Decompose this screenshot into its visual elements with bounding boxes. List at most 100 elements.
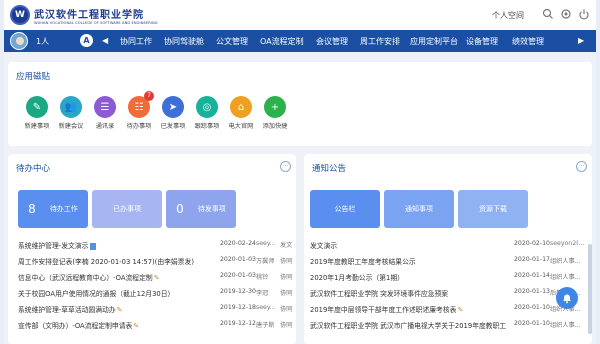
college-logo[interactable]: W 武汉软件工程职业学院 WUHAN VOCATIONAL COLLEGE OF…: [10, 4, 158, 26]
attachment-icon: ✎: [153, 274, 160, 282]
attachment-icon: ✎: [116, 306, 123, 314]
todo-row[interactable]: 周工作安排登记表(李楠 2020-01-03 14:57)(由李娟票发) 2020…: [18, 254, 294, 268]
row-date: 2020-02-24: [220, 240, 256, 247]
row-publisher: 组织人事...: [550, 258, 581, 265]
row-title[interactable]: 武汉软件工程职业学院 武汉市广播电视大学关于2019年度教职工: [310, 320, 506, 330]
row-sender: 万冀师: [256, 258, 275, 265]
tab-pending-work[interactable]: 8 待办工作: [18, 190, 88, 228]
avatar[interactable]: [10, 32, 28, 50]
row-date: 2020-01-03: [220, 256, 256, 263]
row-date: 2020-01-17: [514, 256, 550, 263]
notification-bell-icon[interactable]: [556, 287, 578, 309]
todo-icon: ☷ 7: [128, 91, 154, 118]
nav-item-meeting-mgmt[interactable]: 会议管理: [316, 36, 348, 47]
tab-done-items[interactable]: 已办事项: [92, 190, 162, 228]
tile-label: 添加快捷: [262, 123, 288, 130]
notice-row[interactable]: 2019年度中层领导干部年度工作述职述廉考核表✎ 2020-01-10 组织人事..…: [310, 302, 584, 316]
track-icon: ◎: [196, 96, 218, 118]
row-date: 2020-01-14: [514, 272, 550, 279]
scrollbar[interactable]: [588, 244, 592, 334]
row-title[interactable]: 周工作安排登记表(李楠 2020-01-03 14:57)(由李娟票发): [18, 256, 214, 266]
nav-item-oa-workflow[interactable]: OA流程定制: [260, 36, 304, 47]
meeting-icon: 👥: [60, 96, 82, 118]
contacts-icon: ☰: [94, 96, 116, 118]
notice-row[interactable]: 发文演示 2020-02-10 seeyon2(...: [310, 238, 584, 252]
row-publisher: seeyon2(...: [550, 240, 584, 247]
row-title[interactable]: 2020年1月考勤公示（第1期）: [310, 272, 506, 282]
row-title[interactable]: 发文演示: [310, 240, 506, 250]
row-title[interactable]: 系统维护管理-发文演示: [18, 240, 214, 250]
nav-item-device-mgmt[interactable]: 设备管理: [466, 36, 498, 47]
row-type: 协同: [280, 258, 293, 265]
row-type: 协同: [280, 290, 293, 297]
college-name-en: WUHAN VOCATIONAL COLLEGE OF SOFTWARE AND…: [34, 20, 158, 25]
nav-prev-icon[interactable]: ◀: [102, 36, 108, 45]
row-sender: 桃铃: [256, 274, 269, 281]
row-title[interactable]: 信息中心（武汉远程教育中心）-OA流程定制✎: [18, 272, 214, 282]
user-initial-badge[interactable]: A: [80, 34, 93, 47]
nav-next-icon[interactable]: ▶: [578, 36, 584, 45]
search-icon[interactable]: [542, 8, 554, 20]
power-icon[interactable]: [578, 8, 590, 20]
row-title[interactable]: 2019年度教职工年度考核结果公示: [310, 256, 506, 266]
row-date: 2020-01-10: [514, 320, 550, 327]
row-type: 发文: [280, 242, 293, 249]
website-icon: ⌂: [230, 96, 252, 118]
panel-title: 应用磁贴: [16, 72, 51, 82]
nav-item-app-platform[interactable]: 应用定制平台: [410, 36, 458, 47]
nav-item-performance-mgmt[interactable]: 绩效管理: [512, 36, 544, 47]
notice-row[interactable]: 武汉软件工程职业学院 突发环境事件应急预案2020-01-13后勤保障...: [310, 286, 584, 300]
row-date: 2020-02-10: [514, 240, 550, 247]
more-icon[interactable]: ···: [576, 161, 587, 172]
tab-to-send-items[interactable]: 0 待发事项: [166, 190, 236, 228]
row-sender: 唐子斯: [256, 322, 275, 329]
college-seal-icon: W: [10, 5, 30, 25]
tab-bulletin-board[interactable]: 公告栏: [310, 190, 380, 228]
main-nav: 1人 A ◀ 协同工作 协同驾驶舱 公文管理 OA流程定制 会议管理 周工作安排…: [4, 30, 596, 52]
row-date: 2020-01-13: [514, 288, 550, 295]
row-sender: 李冠: [256, 290, 269, 297]
todo-row[interactable]: 系统维护管理-草草活动圆满动办✎ 2019-12-18 seey... 协同: [18, 302, 294, 316]
row-type: 协同: [280, 274, 293, 281]
row-publisher: 组织人事...: [550, 322, 581, 329]
row-type: 协同: [280, 306, 293, 313]
nav-item-collab-work[interactable]: 协同工作: [120, 36, 152, 47]
user-count-label: 1人: [36, 37, 50, 46]
row-date: 2019-12-18: [220, 304, 256, 311]
row-title[interactable]: 系统维护管理-草草活动圆满动办✎: [18, 304, 214, 314]
nav-item-document-mgmt[interactable]: 公文管理: [216, 36, 248, 47]
todo-row[interactable]: 信息中心（武汉远程教育中心）-OA流程定制✎ 2020-01-03 桃铃 协同: [18, 270, 294, 284]
tab-notice-items[interactable]: 通知事项: [384, 190, 454, 228]
row-title[interactable]: 武汉软件工程职业学院 突发环境事件应急预案: [310, 288, 506, 298]
nav-item-collab-cockpit[interactable]: 协同驾驶舱: [164, 36, 204, 47]
row-title[interactable]: 关于校园OA用户使用情况的通报（截止12月30日）: [18, 288, 214, 298]
todo-row[interactable]: 宣传部（文明办）-OA流程定制申请表✎ 2019-12-12 唐子斯 协同: [18, 318, 294, 332]
attachment-icon: ✎: [133, 322, 140, 330]
attachment-icon: ✎: [457, 306, 464, 314]
todo-row[interactable]: 系统维护管理-发文演示 2020-02-24 seey... 发文: [18, 238, 294, 252]
row-date: 2019-12-12: [220, 320, 256, 327]
add-icon: +: [264, 96, 286, 118]
row-date: 2019-12-30: [220, 288, 256, 295]
row-date: 2020-01-03: [220, 272, 256, 279]
top-header: W 武汉软件工程职业学院 WUHAN VOCATIONAL COLLEGE OF…: [4, 0, 596, 30]
new-item-icon: ✎: [26, 96, 48, 118]
row-type: 协同: [280, 322, 293, 329]
todo-row[interactable]: 关于校园OA用户使用情况的通报（截止12月30日） 2019-12-30 李冠 协同: [18, 286, 294, 300]
tile-7[interactable]: + 添加快捷: [255, 96, 295, 130]
notice-row[interactable]: 武汉软件工程职业学院 武汉市广播电视大学关于2019年度教职工 2020-01-1…: [310, 318, 584, 332]
personal-space-link[interactable]: 个人空间: [492, 10, 524, 21]
settings-icon[interactable]: [560, 8, 572, 20]
nav-item-weekly-plan[interactable]: 周工作安排: [360, 36, 400, 47]
college-name-cn: 武汉软件工程职业学院: [34, 9, 144, 21]
notice-row[interactable]: 2019年度教职工年度考核结果公示 2020-01-17 组织人事...: [310, 254, 584, 268]
more-icon[interactable]: ···: [280, 161, 291, 172]
row-title[interactable]: 2019年度中层领导干部年度工作述职述廉考核表✎: [310, 304, 506, 314]
tab-resource-download[interactable]: 资源下载: [458, 190, 528, 228]
row-title[interactable]: 宣传部（文明办）-OA流程定制申请表✎: [18, 320, 214, 330]
notice-row[interactable]: 2020年1月考勤公示（第1期） 2020-01-14 组织人事...: [310, 270, 584, 284]
document-icon: [90, 242, 97, 250]
sent-icon: ➤: [162, 96, 184, 118]
panel-title: 待办中心: [16, 164, 51, 174]
app-window: W 武汉软件工程职业学院 WUHAN VOCATIONAL COLLEGE OF…: [4, 0, 596, 344]
